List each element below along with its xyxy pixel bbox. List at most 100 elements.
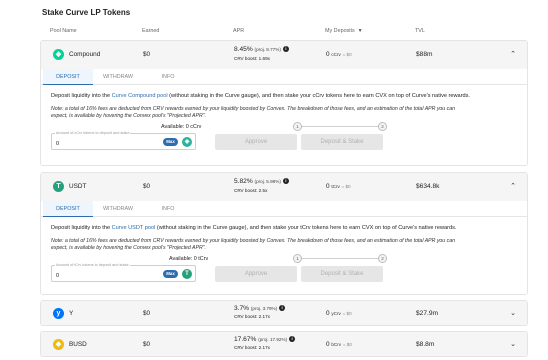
amount-input-label: Amount of tCrv tokens to deposit and sta… — [55, 263, 130, 267]
tab-deposit[interactable]: DEPOSIT — [43, 201, 93, 217]
apr-proj: (proj. 8.77%) — [254, 47, 281, 52]
curve-pool-link[interactable]: Curve Compound pool — [112, 93, 168, 99]
pool-row-compound[interactable]: ◈ Compound $0 8.45% (proj. 8.77%) i CRV b… — [41, 41, 527, 69]
pool-row-y[interactable]: y Y $0 3.7% (proj. 3.79%) i CRV boost: 2.… — [41, 301, 527, 325]
info-icon[interactable]: i — [279, 305, 286, 311]
pool-name: USDT — [69, 183, 87, 190]
pool-row-usdt[interactable]: T USDT $0 5.82% (proj. 5.98%) i CRV boost… — [41, 173, 527, 201]
col-my-deposits[interactable]: My Deposits ▼ — [325, 28, 363, 34]
deposit-usd: = $0 — [341, 184, 351, 189]
fee-note-line: Note: a total of 16% fees are deducted f… — [51, 238, 455, 244]
info-icon[interactable]: i — [282, 46, 289, 52]
pool-tabs: DEPOSIT WITHDRAW INFO — [41, 69, 527, 85]
crv-boost: CRV boost: 1.69x — [234, 56, 270, 61]
pool-card-busd: ◆ BUSD $0 17.67% (proj. 17.92%) i CRV boo… — [40, 331, 528, 357]
pool-tvl: $634.8k — [416, 183, 440, 190]
deposit-unit: bCrv — [331, 342, 342, 347]
apr-proj: (proj. 17.92%) — [258, 337, 288, 342]
desc-text: (without staking in the Curve gauge), an… — [167, 93, 470, 99]
pool-apr: 3.7% (proj. 3.79%) i — [234, 305, 286, 312]
deposit-stake-button[interactable]: Deposit & Stake — [301, 266, 383, 282]
deposit-amount: 0 — [326, 51, 330, 58]
apr-value: 8.45% — [234, 46, 253, 53]
step-indicator: 1 2 — [255, 254, 425, 264]
curve-pool-link[interactable]: Curve USDT pool — [112, 225, 156, 231]
pool-apr: 8.45% (proj. 8.77%) i — [234, 46, 289, 53]
sort-down-icon: ▼ — [357, 28, 363, 34]
deposit-description: Deposit liquidity into the Curve Compoun… — [51, 93, 470, 99]
tab-withdraw[interactable]: WITHDRAW — [93, 201, 143, 217]
amount-input[interactable]: Amount of tCrv tokens to deposit and sta… — [51, 263, 196, 282]
chevron-down-icon[interactable]: ⌄ — [509, 341, 517, 349]
approve-button[interactable]: Approve — [215, 266, 297, 282]
desc-text: (without staking in the Curve gauge), an… — [155, 225, 457, 231]
pool-card-compound: ◈ Compound $0 8.45% (proj. 8.77%) i CRV b… — [40, 40, 528, 166]
crv-boost: CRV boost: 2.5x — [234, 188, 268, 193]
apr-proj: (proj. 5.98%) — [254, 179, 281, 184]
crv-boost: CRV boost: 2.17x — [234, 345, 270, 350]
step-line — [299, 126, 381, 127]
apr-proj: (proj. 3.79%) — [250, 306, 278, 311]
pool-tvl: $8.8m — [416, 341, 435, 348]
pool-card-y: y Y $0 3.7% (proj. 3.79%) i CRV boost: 2.… — [40, 300, 528, 326]
amount-input-label: Amount of cCrv tokens to deposit and sta… — [55, 131, 131, 135]
fee-note: Note: a total of 16% fees are deducted f… — [51, 238, 519, 251]
pool-apr: 5.82% (proj. 5.98%) i — [234, 178, 289, 185]
tether-icon: T — [53, 181, 64, 192]
pool-row-busd[interactable]: ◆ BUSD $0 17.67% (proj. 17.92%) i CRV boo… — [41, 332, 527, 356]
deposit-usd: = $0 — [342, 52, 352, 57]
fee-note: Note: a total of 16% fees are deducted f… — [51, 106, 519, 119]
step-1: 1 — [293, 122, 302, 131]
apr-value: 17.67% — [234, 336, 257, 343]
max-button[interactable]: Max — [163, 138, 178, 146]
step-2: 2 — [378, 122, 387, 131]
pool-name: BUSD — [69, 341, 87, 348]
chevron-up-icon[interactable]: ⌃ — [509, 183, 517, 191]
busd-icon: ◆ — [53, 339, 64, 350]
deposit-unit: yCrv — [331, 311, 341, 316]
approve-button[interactable]: Approve — [215, 134, 297, 150]
pool-earned: $0 — [143, 310, 151, 317]
deposit-stake-button[interactable]: Deposit & Stake — [301, 134, 383, 150]
col-earned[interactable]: Earned — [142, 28, 159, 34]
pool-apr: 17.67% (proj. 17.92%) i — [234, 336, 296, 343]
chevron-up-icon[interactable]: ⌃ — [509, 51, 517, 59]
col-apr[interactable]: APR — [233, 28, 244, 34]
step-line — [299, 258, 381, 259]
page-title: Stake Curve LP Tokens — [42, 8, 131, 17]
deposit-usd: = $0 — [342, 311, 352, 316]
info-icon[interactable]: i — [289, 336, 296, 342]
pool-earned: $0 — [143, 183, 151, 190]
deposit-description: Deposit liquidity into the Curve USDT po… — [51, 225, 457, 231]
amount-input[interactable]: Amount of cCrv tokens to deposit and sta… — [51, 131, 196, 150]
deposit-amount: 0 — [326, 183, 330, 190]
info-icon[interactable]: i — [282, 178, 289, 184]
my-deposit: 0 bCrv = $0 — [326, 341, 352, 348]
tcrv-token-icon: T — [182, 269, 192, 279]
desc-text: Deposit liquidity into the — [51, 93, 112, 99]
fee-note-line: expect, is available by hovering the Con… — [51, 244, 207, 251]
pool-card-usdt: T USDT $0 5.82% (proj. 5.98%) i CRV boost… — [40, 172, 528, 295]
apr-value: 5.82% — [234, 178, 253, 185]
amount-input-value[interactable]: 0 — [56, 273, 59, 279]
col-pool-name[interactable]: Pool Name — [50, 28, 77, 34]
fee-note-line: expect, is available by hovering the Con… — [51, 112, 207, 119]
deposit-unit: cCrv — [331, 52, 341, 57]
tab-info[interactable]: INFO — [143, 201, 193, 217]
tab-deposit[interactable]: DEPOSIT — [43, 69, 93, 85]
chevron-down-icon[interactable]: ⌄ — [509, 310, 517, 318]
max-button[interactable]: Max — [163, 270, 178, 278]
step-2: 2 — [378, 254, 387, 263]
tab-info[interactable]: INFO — [143, 69, 193, 85]
fee-note-line: Note: a total of 16% fees are deducted f… — [51, 106, 455, 112]
deposit-amount: 0 — [326, 310, 330, 317]
table-header: Pool Name Earned APR My Deposits ▼ TVL — [40, 26, 528, 38]
step-indicator: 1 2 — [255, 122, 425, 132]
available-balance: Available: 0 tCrv — [169, 256, 209, 262]
col-tvl[interactable]: TVL — [415, 28, 425, 34]
deposit-amount: 0 — [326, 341, 330, 348]
amount-input-value[interactable]: 0 — [56, 141, 59, 147]
tab-withdraw[interactable]: WITHDRAW — [93, 69, 143, 85]
yearn-icon: y — [53, 308, 64, 319]
desc-text: Deposit liquidity into the — [51, 225, 112, 231]
